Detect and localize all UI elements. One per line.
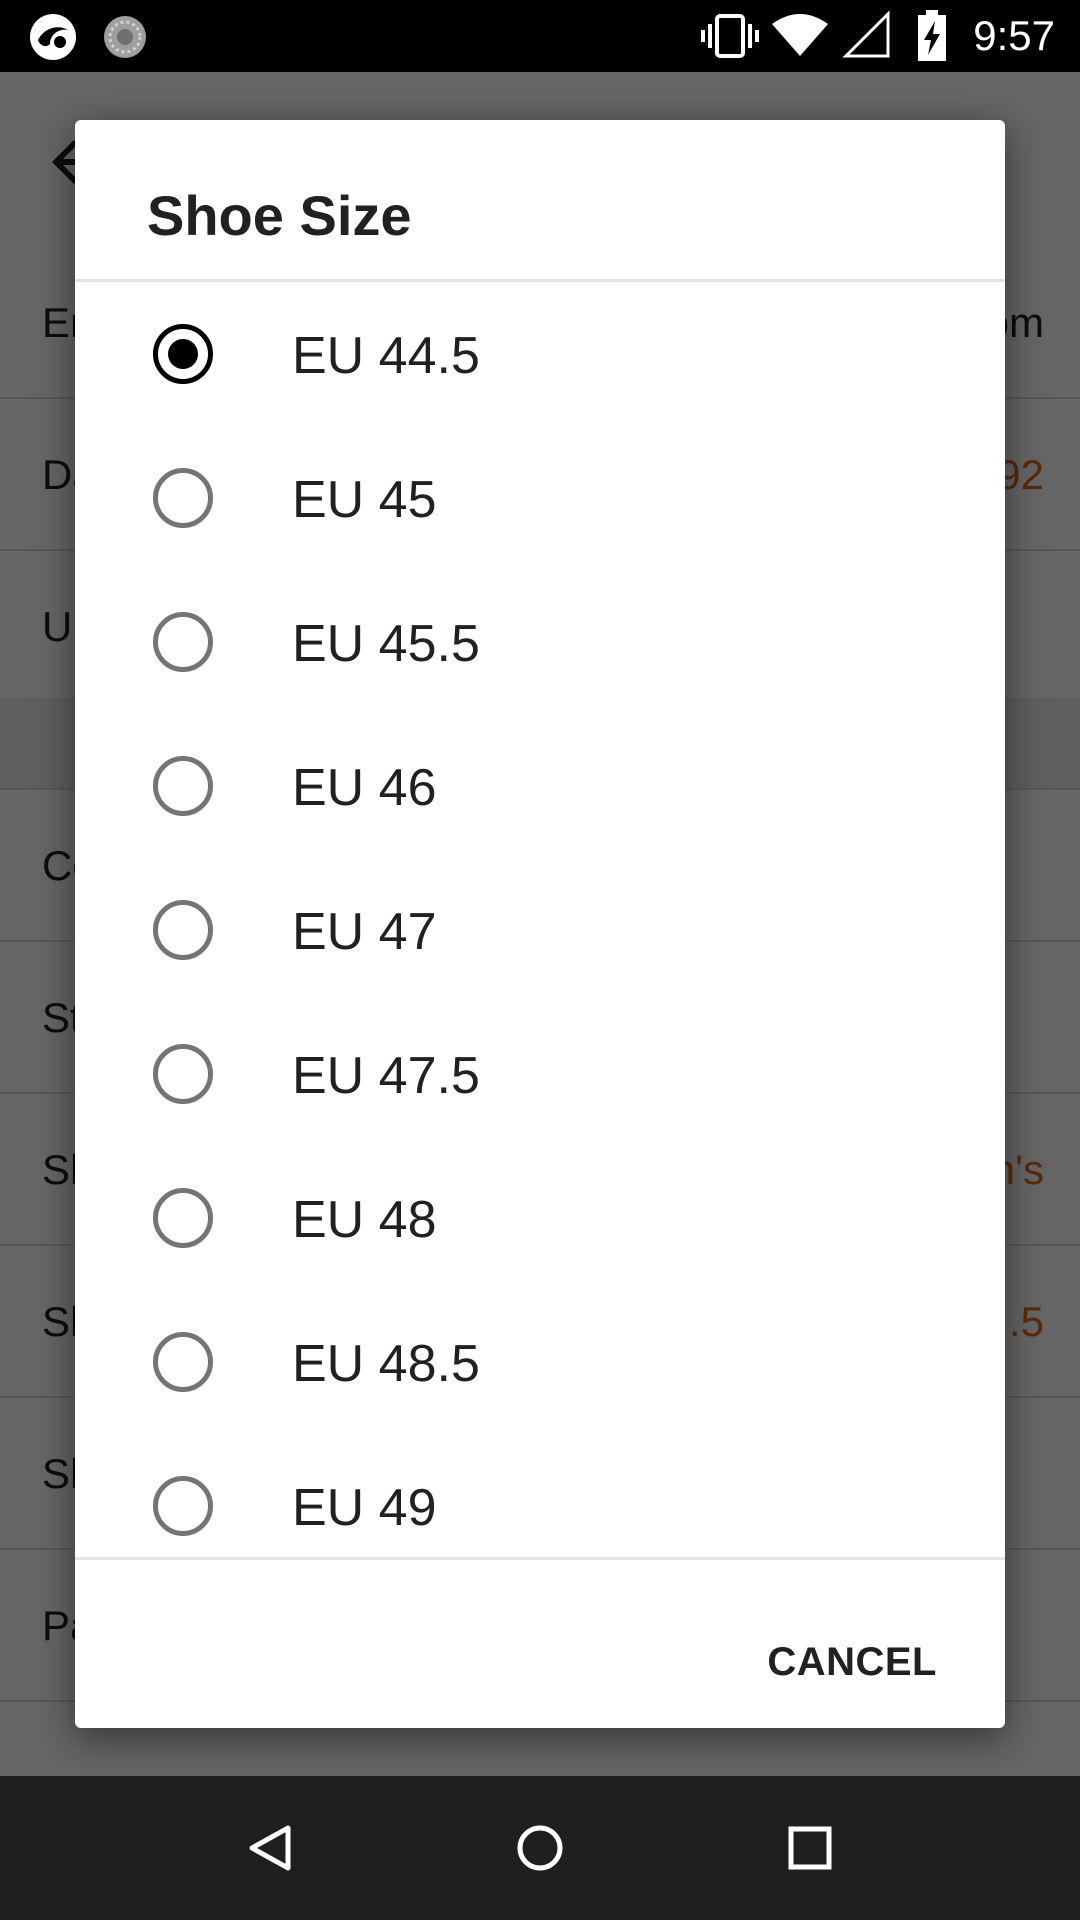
vibrate-icon <box>701 14 759 58</box>
radio-checked-icon[interactable] <box>153 324 213 384</box>
screen: 9:57 EromDa92UrCoStShn'sSh.5ShPa Shoe Si… <box>0 0 1080 1920</box>
radio-unchecked-icon[interactable] <box>153 900 213 960</box>
size-option-label: EU 48 <box>292 1191 437 1249</box>
size-option-label: EU 45 <box>292 471 437 529</box>
nav-home-icon[interactable] <box>500 1808 580 1888</box>
sync-icon <box>104 16 146 58</box>
size-option-label: EU 47.5 <box>292 1047 480 1105</box>
size-option[interactable]: EU 45.5 <box>75 570 1005 714</box>
status-bar: 9:57 <box>0 0 1080 72</box>
radio-unchecked-icon[interactable] <box>153 468 213 528</box>
radio-unchecked-icon[interactable] <box>153 756 213 816</box>
cancel-button[interactable]: CANCEL <box>767 1632 937 1692</box>
nav-recents-icon[interactable] <box>770 1808 850 1888</box>
size-option-label: EU 47 <box>292 903 437 961</box>
radio-unchecked-icon[interactable] <box>153 1476 213 1536</box>
battery-charging-icon <box>918 10 946 61</box>
size-option[interactable]: EU 47.5 <box>75 1002 1005 1146</box>
radio-unchecked-icon[interactable] <box>153 612 213 672</box>
radio-unchecked-icon[interactable] <box>153 1188 213 1248</box>
wifi-icon <box>772 14 828 56</box>
size-option[interactable]: EU 46 <box>75 714 1005 858</box>
size-option-label: EU 46 <box>292 759 437 817</box>
size-option[interactable]: EU 45 <box>75 426 1005 570</box>
size-option[interactable]: EU 48.5 <box>75 1290 1005 1434</box>
radio-dot-icon <box>168 339 198 369</box>
app-icon <box>30 14 76 60</box>
radio-unchecked-icon[interactable] <box>153 1044 213 1104</box>
size-option-label: EU 48.5 <box>292 1335 480 1393</box>
clock: 9:57 <box>973 12 1055 59</box>
size-option[interactable]: EU 48 <box>75 1146 1005 1290</box>
signal-icon <box>842 10 890 58</box>
navigation-bar <box>0 1776 1080 1920</box>
shoe-size-dialog: Shoe Size EU 44.5 EU 45 EU 45.5 EU 46 EU 47 E… <box>75 120 1005 1728</box>
divider <box>75 1557 1005 1560</box>
dialog-title: Shoe Size <box>147 184 412 247</box>
radio-unchecked-icon[interactable] <box>153 1332 213 1392</box>
size-option[interactable]: EU 44.5 <box>75 282 1005 426</box>
size-option[interactable]: EU 47 <box>75 858 1005 1002</box>
size-option-label: EU 45.5 <box>292 615 480 673</box>
nav-back-icon[interactable] <box>230 1808 310 1888</box>
size-option-label: EU 44.5 <box>292 327 480 385</box>
size-options-list[interactable]: EU 44.5 EU 45 EU 45.5 EU 46 EU 47 EU 47.5 EU 4… <box>75 282 1005 1678</box>
